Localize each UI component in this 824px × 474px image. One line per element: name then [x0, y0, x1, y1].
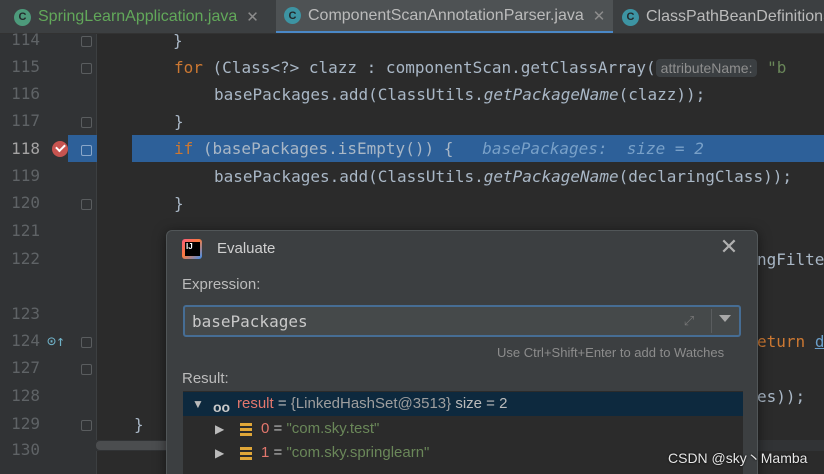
- result-label: Result:: [182, 370, 229, 387]
- class-icon: C: [622, 8, 639, 26]
- close-icon[interactable]: ✕: [593, 7, 606, 25]
- keyword: if: [174, 139, 194, 158]
- static-method: getPackageName: [483, 85, 619, 104]
- tree-row-text: 0 = "com.sky.test": [261, 417, 379, 441]
- line-number: 128: [11, 386, 40, 405]
- line-number: 122: [11, 249, 40, 268]
- code-text: }: [174, 194, 184, 213]
- code-text: d: [814, 332, 824, 351]
- tab-label: ComponentScanAnnotationParser.java: [308, 6, 584, 24]
- line-number: 129: [11, 414, 40, 433]
- line-number: 114: [11, 30, 40, 49]
- dialog-title: Evaluate: [217, 240, 276, 257]
- equals: =: [273, 395, 291, 412]
- code-text: }: [174, 112, 184, 131]
- fold-marker-icon[interactable]: [81, 199, 92, 210]
- code-text: (Class<?> clazz : componentScan.getClass…: [202, 58, 656, 77]
- breakpoint-icon[interactable]: [52, 141, 68, 157]
- chevron-right-icon[interactable]: ▶: [215, 441, 224, 465]
- fold-marker-icon[interactable]: [81, 145, 92, 156]
- class-icon: C: [284, 7, 301, 24]
- app-class-icon: C: [14, 8, 31, 26]
- code-line-122-tail: ngFilte: [757, 246, 824, 273]
- evaluate-dialog: Evaluate ✕ Expression: basePackages ⤢ Us…: [166, 230, 758, 474]
- expression-label: Expression:: [182, 276, 261, 293]
- close-icon[interactable]: ✕: [246, 8, 259, 26]
- code-line-124-tail: eturn d: [757, 328, 824, 355]
- code-text: (declaringClass));: [618, 167, 792, 186]
- code-text: ngFilte: [757, 250, 824, 269]
- var-name: result: [237, 395, 274, 412]
- fold-marker-icon[interactable]: [81, 337, 92, 348]
- tree-row-text: result = {LinkedHashSet@3513} size = 2: [237, 392, 507, 416]
- line-number: 127: [11, 358, 40, 377]
- close-icon[interactable]: ✕: [717, 235, 741, 259]
- code-line-114: }: [97, 27, 824, 54]
- line-number: 130: [11, 440, 40, 459]
- watch-glasses-icon: oo: [213, 399, 231, 415]
- expression-value[interactable]: basePackages: [192, 312, 308, 331]
- item-value: "com.sky.springlearn": [286, 444, 430, 461]
- keyword: for: [174, 58, 203, 77]
- line-number: 120: [11, 193, 40, 212]
- chevron-down-icon[interactable]: [719, 315, 731, 322]
- line-number: 119: [11, 166, 40, 185]
- static-method: getPackageName: [483, 167, 619, 186]
- code-text: (clazz));: [618, 85, 706, 104]
- chevron-right-icon[interactable]: ▶: [215, 417, 224, 441]
- code-text: (basePackages.isEmpty()) {: [193, 139, 454, 158]
- watermark: CSDN @sky丶Mamba: [668, 450, 808, 466]
- code-line-118-current: if (basePackages.isEmpty()) { basePackag…: [132, 135, 824, 162]
- code-line-120: }: [97, 190, 824, 217]
- parameter-hint: attributeName:: [655, 59, 758, 77]
- equals: =: [269, 444, 287, 461]
- override-method-icon[interactable]: ⊙↑: [47, 332, 65, 350]
- tree-row-result[interactable]: ▼ oo result = {LinkedHashSet@3513} size …: [183, 392, 743, 416]
- watch-shortcut-hint: Use Ctrl+Shift+Enter to add to Watches: [497, 345, 725, 360]
- code-line-116: basePackages.add(ClassUtils.getPackageNa…: [97, 81, 824, 108]
- line-number: 124: [11, 331, 40, 350]
- field-icon: [240, 447, 252, 460]
- tab-label: ClassPathBeanDefinitionS: [646, 8, 824, 25]
- code-text: basePackages.add(ClassUtils.: [214, 85, 484, 104]
- fold-marker-icon[interactable]: [81, 36, 92, 47]
- fold-marker-icon[interactable]: [81, 117, 92, 128]
- expression-input[interactable]: basePackages ⤢: [183, 305, 741, 337]
- code-line-128-tail: es));: [757, 383, 824, 410]
- code-text: basePackages.add(ClassUtils.: [214, 167, 484, 186]
- line-number: 121: [11, 221, 40, 240]
- line-number: 123: [11, 304, 40, 323]
- keyword: eturn: [757, 332, 806, 351]
- line-number-current: 118: [11, 139, 40, 158]
- item-value: "com.sky.test": [286, 420, 380, 437]
- code-line-117: }: [97, 108, 824, 135]
- fold-marker-icon[interactable]: [81, 420, 92, 431]
- fold-marker-icon[interactable]: [81, 63, 92, 74]
- code-text: }: [173, 31, 183, 50]
- tree-row-item[interactable]: ▶ 0 = "com.sky.test": [183, 417, 743, 441]
- line-number: 115: [11, 57, 40, 76]
- intellij-logo-icon: [182, 239, 202, 259]
- size-text: size = 2: [455, 395, 508, 412]
- expand-icon[interactable]: ⤢: [681, 313, 697, 329]
- inline-debug-value[interactable]: basePackages: size = 2: [482, 139, 704, 158]
- line-number: 117: [11, 111, 40, 130]
- result-tree: ▼ oo result = {LinkedHashSet@3513} size …: [183, 391, 743, 474]
- tree-row-text: 1 = "com.sky.springlearn": [261, 441, 429, 465]
- string-literal: "b: [757, 58, 787, 77]
- code-text: }: [134, 415, 144, 434]
- fold-marker-icon[interactable]: [81, 364, 92, 375]
- object-id: {LinkedHashSet@3513}: [290, 395, 452, 412]
- code-text: es));: [757, 387, 806, 406]
- code-line-115: for (Class<?> clazz : componentScan.getC…: [97, 54, 824, 81]
- chevron-down-icon[interactable]: ▼: [192, 392, 204, 416]
- field-icon: [240, 423, 252, 436]
- equals: =: [269, 420, 287, 437]
- line-number: 116: [11, 84, 40, 103]
- code-line-119: basePackages.add(ClassUtils.getPackageNa…: [97, 163, 824, 190]
- tree-row-item[interactable]: ▶ 1 = "com.sky.springlearn": [183, 441, 743, 465]
- tab-label: SpringLearnApplication.java: [38, 8, 238, 25]
- dropdown-separator: [711, 309, 712, 333]
